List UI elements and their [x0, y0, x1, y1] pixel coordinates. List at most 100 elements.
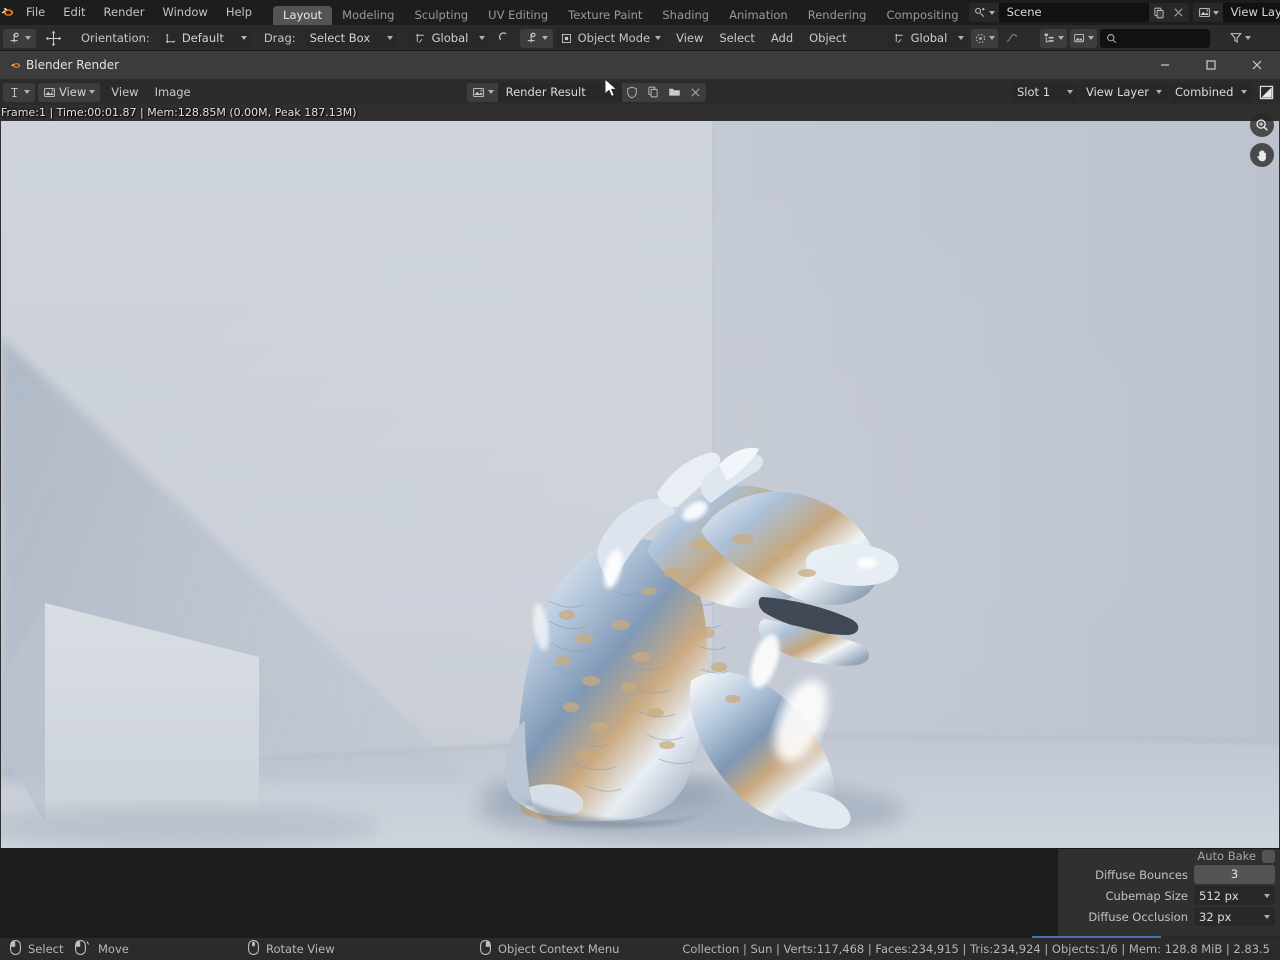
workspace-tab-texture-paint[interactable]: Texture Paint — [558, 6, 652, 25]
window-controls — [1142, 51, 1280, 79]
duplicate-icon[interactable] — [642, 82, 664, 102]
workspace-tab-sculpting[interactable]: Sculpting — [404, 6, 478, 25]
view-layer-name-field[interactable]: View Layer — [1222, 3, 1280, 22]
zoom-in-icon[interactable] — [1250, 113, 1274, 137]
viewport-menu-object[interactable]: Object — [801, 29, 854, 48]
render-window[interactable]: Blender Render View View Image Render Re… — [0, 51, 1280, 848]
topbar-menu-window[interactable]: Window — [153, 0, 216, 25]
proportional-edit-icon[interactable] — [970, 28, 998, 48]
chevron-down-icon — [988, 36, 995, 40]
statusbar-hint-label: Select — [28, 942, 64, 956]
diffuse-occlusion-select[interactable]: 32 px — [1194, 907, 1275, 926]
cubemap-size-row[interactable]: Cubemap Size 512 px — [1060, 886, 1275, 905]
workspace-tab-uv-editing[interactable]: UV Editing — [478, 6, 558, 25]
statusbar-hint-rotate-view: Rotate View — [248, 940, 335, 958]
viewport-menu-add[interactable]: Add — [763, 29, 801, 48]
workspace-tab-animation[interactable]: Animation — [719, 6, 798, 25]
cubemap-size-select[interactable]: 512 px — [1194, 886, 1275, 905]
snapping-icon[interactable] — [1069, 28, 1097, 48]
transform-space-dropdown[interactable]: Global — [408, 28, 489, 48]
viewport-menu-select[interactable]: Select — [711, 29, 762, 48]
workspace-tab-compositing[interactable]: Compositing — [876, 6, 968, 25]
workspace-tab-rendering[interactable]: Rendering — [798, 6, 877, 25]
remove-scene-button[interactable] — [1168, 3, 1189, 22]
orientation-dropdown[interactable]: Default — [158, 28, 251, 48]
statusbar-hint-label: Object Context Menu — [498, 942, 620, 956]
image-datablock-icon[interactable] — [466, 82, 498, 102]
pan-hand-icon[interactable] — [1250, 143, 1274, 167]
topbar-menu-edit[interactable]: Edit — [54, 0, 94, 25]
image-name-field[interactable]: Render Result — [497, 82, 622, 102]
active-tool-icon[interactable] — [3, 28, 36, 48]
editor-type-icon[interactable] — [519, 28, 553, 48]
blender-logo-icon[interactable] — [0, 0, 17, 25]
image-editor-icon[interactable] — [3, 82, 35, 102]
render-image-area[interactable]: Frame:1 | Time:00:01.87 | Mem:128.85M (0… — [0, 105, 1280, 848]
display-channels-icon[interactable] — [1255, 83, 1277, 102]
diffuse-bounces-value[interactable]: 3 — [1194, 865, 1275, 884]
close-icon[interactable] — [684, 82, 706, 102]
properties-tab-strip[interactable] — [1032, 848, 1058, 942]
render-result-image[interactable] — [1, 121, 1279, 848]
transform-space-value: Global — [431, 31, 469, 45]
image-editor-menu-view[interactable]: View — [103, 83, 146, 102]
move-tool-icon[interactable] — [39, 29, 68, 48]
properties-panel[interactable]: Auto Bake Diffuse Bounces 3 Cubemap Size… — [1032, 848, 1280, 942]
mouse-left-icon — [10, 940, 21, 958]
render-slot-dropdown[interactable]: Slot 1 — [1012, 82, 1078, 102]
image-editor-menu-list: View Image — [103, 83, 198, 102]
render-slot-value: Slot 1 — [1017, 85, 1051, 99]
viewport-menu-view[interactable]: View — [668, 29, 711, 48]
diffuse-occlusion-value: 32 px — [1199, 909, 1232, 924]
snap-magnet-icon[interactable] — [492, 29, 514, 48]
chevron-down-icon — [541, 36, 548, 40]
chevron-down-icon — [1241, 90, 1247, 94]
cubemap-size-label: Cubemap Size — [1105, 888, 1188, 903]
view-layer-icon[interactable] — [1192, 3, 1223, 22]
workspace-tab-shading[interactable]: Shading — [652, 6, 719, 25]
image-datablock[interactable]: Render Result — [466, 82, 706, 102]
outliner-filter-icon[interactable] — [1039, 28, 1067, 48]
workspace-tab-modeling[interactable]: Modeling — [332, 6, 404, 25]
filter-funnel-icon[interactable] — [1229, 29, 1251, 48]
diffuse-occlusion-row[interactable]: Diffuse Occlusion 32 px — [1060, 907, 1275, 926]
auto-bake-checkbox[interactable] — [1262, 849, 1275, 863]
render-layer-dropdown[interactable]: View Layer — [1081, 82, 1167, 102]
chevron-down-icon — [25, 36, 31, 40]
image-editor-menu-image[interactable]: Image — [147, 83, 199, 102]
render-window-titlebar[interactable]: Blender Render — [0, 51, 1280, 79]
workspace-tab-layout[interactable]: Layout — [273, 6, 333, 25]
auto-bake-row[interactable]: Auto Bake — [1060, 849, 1275, 863]
topbar-menu-help[interactable]: Help — [217, 0, 261, 25]
scene-icon[interactable] — [968, 3, 999, 22]
view-layer-datablock[interactable]: View Layer — [1192, 3, 1280, 22]
diffuse-bounces-row[interactable]: Diffuse Bounces 3 — [1060, 865, 1275, 884]
topbar-right-controls: Scene View Layer — [968, 3, 1280, 22]
scene-datablock[interactable]: Scene — [968, 3, 1189, 22]
render-info-line: Frame:1 | Time:00:01.87 | Mem:128.85M (0… — [1, 106, 357, 119]
drag-value: Select Box — [309, 31, 371, 45]
chevron-down-icon — [1156, 90, 1162, 94]
close-icon[interactable] — [1234, 51, 1280, 79]
minimize-icon[interactable] — [1142, 51, 1188, 79]
search-input[interactable] — [1099, 28, 1210, 48]
drag-dropdown[interactable]: Select Box — [304, 28, 397, 48]
topbar-menu-render[interactable]: Render — [95, 0, 154, 25]
falloff-icon[interactable] — [1001, 29, 1023, 48]
maximize-icon[interactable] — [1188, 51, 1234, 79]
new-scene-button[interactable] — [1148, 3, 1169, 22]
interaction-mode-dropdown[interactable]: Object Mode — [555, 28, 666, 48]
image-view-mode-dropdown[interactable]: View — [38, 82, 101, 102]
render-window-title: Blender Render — [26, 58, 120, 72]
chevron-down-icon — [988, 10, 995, 15]
render-pass-dropdown[interactable]: Combined — [1170, 82, 1252, 102]
viewport-orientation-dropdown[interactable]: Global — [887, 28, 968, 48]
render-slot-controls: Slot 1 View Layer Combined — [1012, 82, 1277, 102]
topbar-menu-file[interactable]: File — [17, 0, 54, 25]
shield-icon[interactable] — [621, 82, 643, 102]
scene-name-field[interactable]: Scene — [998, 3, 1149, 22]
chevron-down-icon — [1244, 36, 1251, 40]
mouse-middle-icon — [248, 940, 259, 958]
statusbar-hint-select: Select — [10, 940, 63, 958]
folder-icon[interactable] — [663, 82, 685, 102]
